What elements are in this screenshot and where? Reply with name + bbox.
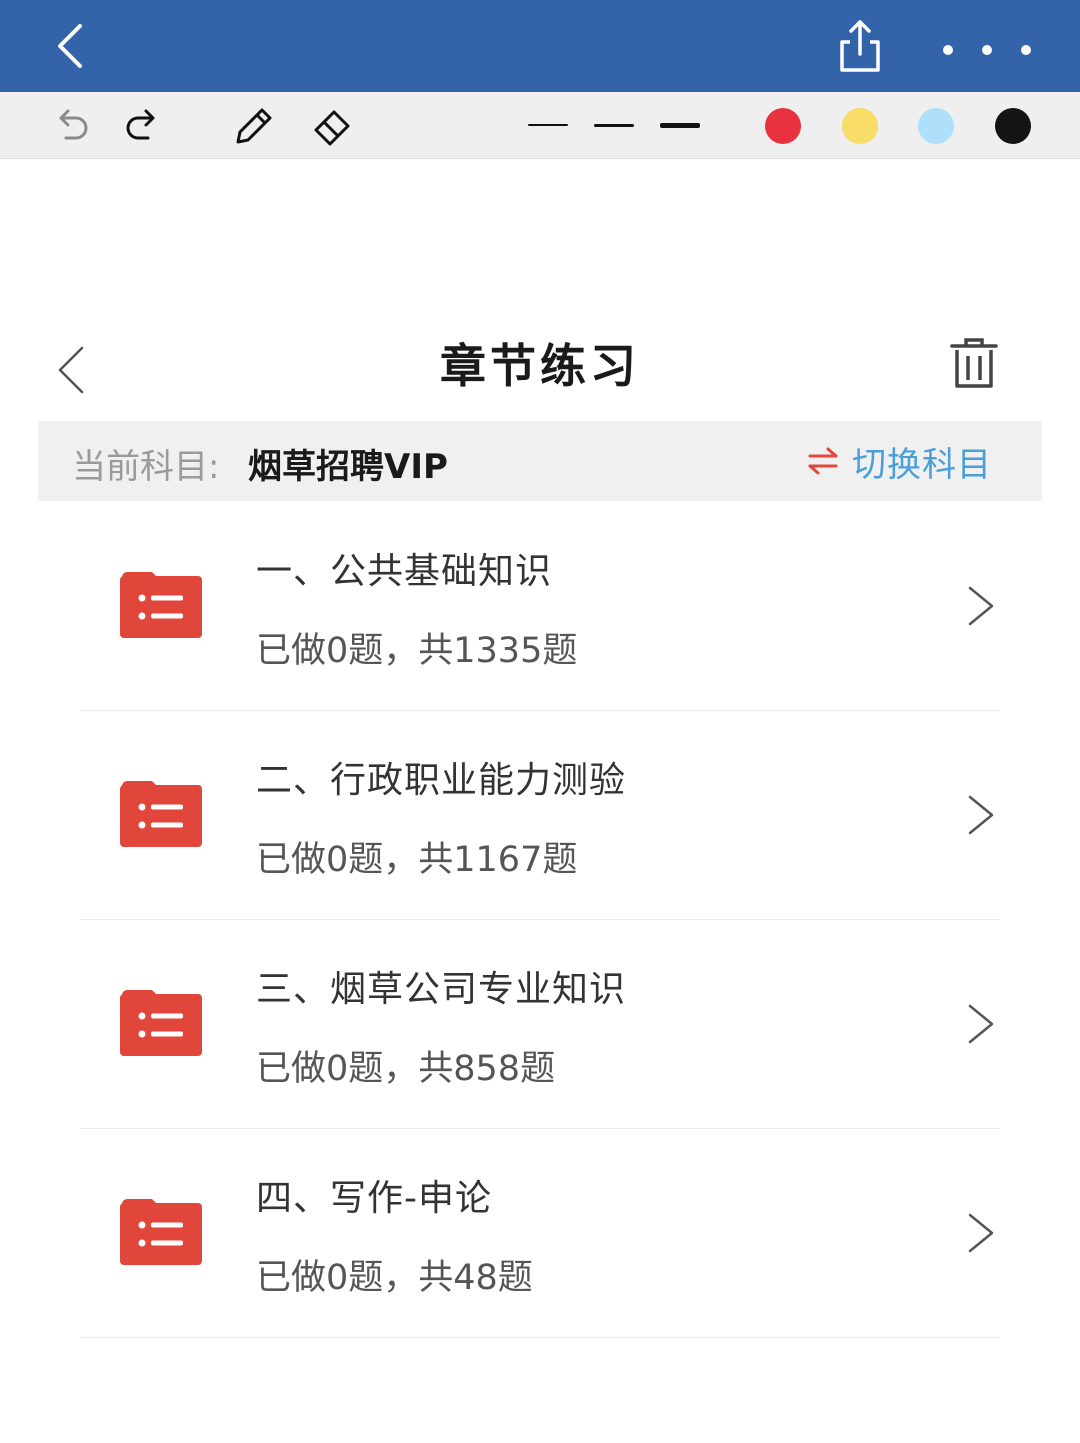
chevron-right-icon [968,586,994,626]
chevron-right-icon [968,1213,994,1253]
chapter-item[interactable]: 一、公共基础知识 已做0题，共1335题 [0,502,1080,711]
page-back-icon[interactable] [52,342,92,398]
page-title: 章节练习 [440,339,640,393]
folder-list-icon [120,1199,202,1265]
color-swatch-black[interactable] [995,108,1031,144]
top-navigation-bar [0,0,1080,92]
chapter-progress: 已做0题，共858题 [256,1049,556,1089]
color-swatch-light-blue[interactable] [918,108,954,144]
chapter-title: 一、公共基础知识 [256,551,553,592]
chevron-right-icon [968,795,994,835]
annotation-toolbar [0,92,1080,159]
subject-label: 当前科目: [72,447,220,487]
switch-subject-button[interactable]: 切换科目 [806,437,992,485]
redo-icon[interactable] [122,104,166,148]
color-swatch-yellow[interactable] [842,108,878,144]
swap-arrows-icon [808,447,838,475]
chapter-title: 四、写作-申论 [256,1178,492,1219]
chevron-right-icon [968,1004,994,1044]
subject-value: 烟草招聘VIP [248,447,448,487]
trash-icon[interactable] [948,336,1000,392]
subject-bar: 当前科目: 烟草招聘VIP 切换科目 [38,421,1042,501]
color-swatch-red[interactable] [765,108,801,144]
share-icon[interactable] [834,18,886,74]
chapter-progress: 已做0题，共1167题 [256,840,578,880]
stroke-thin-option[interactable] [528,110,568,140]
pencil-icon[interactable] [230,104,274,148]
chapter-item[interactable]: 二、行政职业能力测验 已做0题，共1167题 [0,711,1080,920]
eraser-icon[interactable] [310,104,354,148]
folder-list-icon [120,572,202,638]
chapter-item[interactable]: 三、烟草公司专业知识 已做0题，共858题 [0,920,1080,1129]
divider [80,1337,1000,1338]
chapter-title: 二、行政职业能力测验 [256,760,627,801]
undo-icon[interactable] [48,104,92,148]
more-dots-icon[interactable] [934,30,1038,70]
stroke-medium-option[interactable] [594,110,634,140]
chapter-title: 三、烟草公司专业知识 [256,969,627,1010]
folder-list-icon [120,990,202,1056]
folder-list-icon [120,781,202,847]
chapter-progress: 已做0题，共1335题 [256,631,578,671]
chapter-progress: 已做0题，共48题 [256,1258,533,1298]
chapter-item[interactable]: 四、写作-申论 已做0题，共48题 [0,1129,1080,1338]
stroke-thick-option[interactable] [660,110,700,140]
switch-subject-label: 切换科目 [852,444,992,485]
back-arrow-icon[interactable] [48,22,96,70]
